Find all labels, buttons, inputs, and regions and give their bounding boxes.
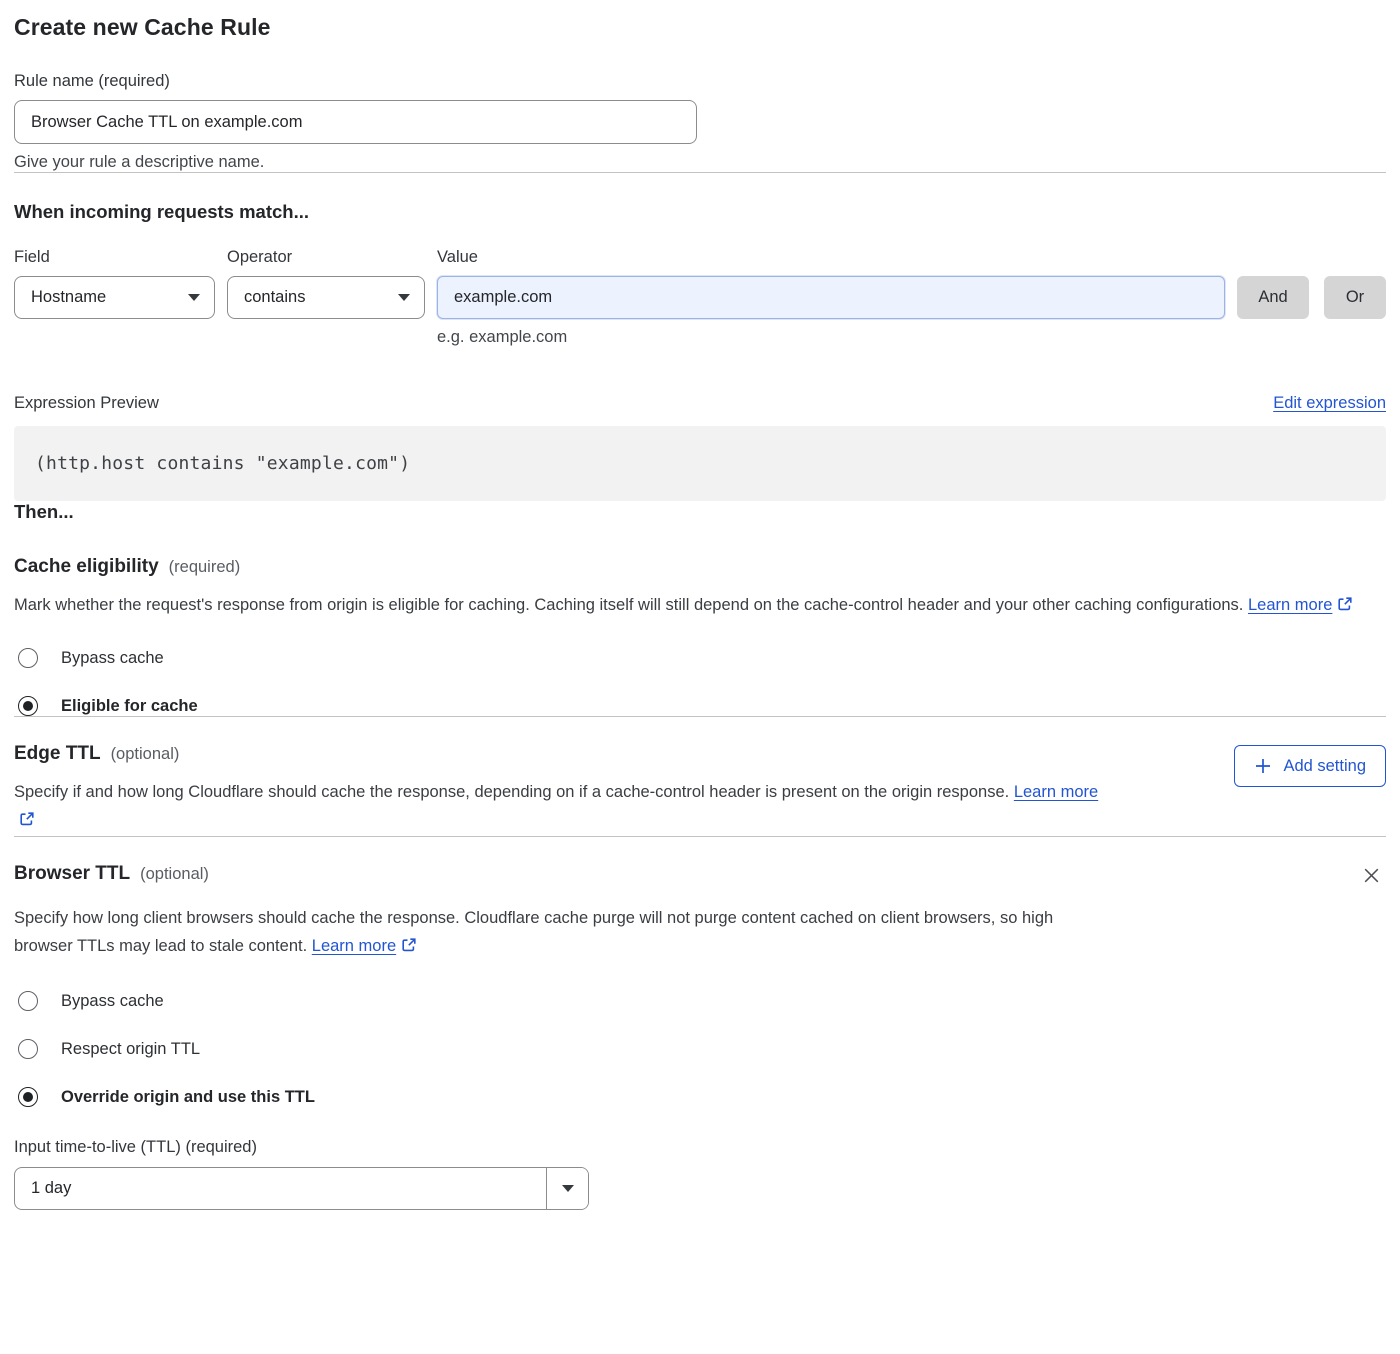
ttl-input-section: Input time-to-live (TTL) (required) 1 da… [14,1138,1386,1210]
or-button[interactable]: Or [1324,276,1386,319]
value-hint: e.g. example.com [437,328,1386,347]
radio-icon [18,991,38,1011]
field-select-value: Hostname [31,288,106,307]
external-link-icon [1337,593,1353,621]
value-label: Value [437,248,1225,267]
cache-eligibility-requirement: (required) [169,558,241,577]
section-divider [14,836,1386,837]
external-link-icon [19,808,35,836]
match-condition-row: Field Hostname Operator contains Value A… [14,248,1386,319]
ttl-combobox[interactable]: 1 day [14,1167,589,1210]
edge-ttl-description-text: Specify if and how long Cloudflare shoul… [14,783,1009,801]
page-title: Create new Cache Rule [14,14,1386,41]
operator-select-value: contains [244,288,305,307]
radio-label: Override origin and use this TTL [61,1088,315,1107]
match-heading: When incoming requests match... [14,201,1386,223]
radio-icon [18,648,38,668]
then-heading: Then... [14,501,1386,523]
edge-ttl-title: Edge TTL [14,743,101,765]
edge-ttl-learn-more-link[interactable]: Learn more [1014,783,1098,801]
radio-override-origin-ttl[interactable]: Override origin and use this TTL [18,1087,1386,1107]
radio-checked-icon [18,696,38,716]
radio-eligible-for-cache[interactable]: Eligible for cache [18,696,1386,716]
operator-label: Operator [227,248,425,267]
rule-name-helper: Give your rule a descriptive name. [14,153,1386,172]
browser-ttl-description-text: Specify how long client browsers should … [14,909,1053,955]
radio-bypass-cache[interactable]: Bypass cache [18,648,1386,668]
radio-label: Bypass cache [61,649,164,668]
ttl-input-label: Input time-to-live (TTL) (required) [14,1138,1386,1157]
browser-ttl-section: Browser TTL (optional) Specify how long … [14,863,1386,1210]
match-section: When incoming requests match... Field Ho… [14,201,1386,347]
radio-label: Bypass cache [61,992,164,1011]
rule-name-section: Rule name (required) Give your rule a de… [14,72,1386,172]
expression-preview-row: Expression Preview Edit expression [14,394,1386,413]
rule-name-label: Rule name (required) [14,72,1386,91]
edit-expression-link[interactable]: Edit expression [1273,394,1386,413]
section-divider [14,172,1386,173]
add-setting-button[interactable]: Add setting [1234,745,1386,787]
browser-ttl-title-row: Browser TTL (optional) [14,863,209,885]
operator-select[interactable]: contains [227,276,425,319]
chevron-down-icon [562,1185,574,1192]
cache-eligibility-options: Bypass cache Eligible for cache [14,648,1386,716]
expression-preview-label: Expression Preview [14,394,159,413]
field-label: Field [14,248,215,267]
cache-eligibility-description-text: Mark whether the request's response from… [14,596,1243,614]
radio-respect-origin-ttl[interactable]: Respect origin TTL [18,1039,1386,1059]
browser-ttl-title: Browser TTL [14,863,130,885]
browser-ttl-description: Specify how long client browsers should … [14,904,1109,962]
cache-eligibility-description: Mark whether the request's response from… [14,591,1359,621]
browser-ttl-header: Browser TTL (optional) [14,863,1386,891]
radio-icon [18,1039,38,1059]
cache-eligibility-title: Cache eligibility [14,556,159,578]
browser-ttl-learn-more-link[interactable]: Learn more [312,937,396,955]
rule-name-input[interactable] [14,100,697,144]
field-select[interactable]: Hostname [14,276,215,319]
browser-ttl-requirement: (optional) [140,865,209,884]
edge-ttl-text-block: Edge TTL (optional) Specify if and how l… [14,743,1114,836]
field-column: Field Hostname [14,248,215,319]
cache-eligibility-title-row: Cache eligibility (required) [14,556,1386,578]
value-column: Value [437,248,1225,319]
close-icon[interactable] [1359,863,1384,891]
and-button[interactable]: And [1237,276,1309,319]
radio-label: Eligible for cache [61,697,198,716]
ttl-combobox-value[interactable]: 1 day [15,1168,546,1209]
create-cache-rule-page: Create new Cache Rule Rule name (require… [0,0,1400,1240]
edge-ttl-description: Specify if and how long Cloudflare shoul… [14,778,1114,836]
radio-bypass-cache[interactable]: Bypass cache [18,991,1386,1011]
chevron-down-icon [398,294,410,301]
external-link-icon [401,934,417,962]
cache-eligibility-learn-more-link[interactable]: Learn more [1248,596,1332,614]
radio-label: Respect origin TTL [61,1040,200,1059]
chevron-down-icon [188,294,200,301]
add-setting-label: Add setting [1283,757,1366,776]
operator-column: Operator contains [227,248,425,319]
value-input[interactable] [437,276,1225,319]
expression-code-box: (http.host contains "example.com") [14,426,1386,501]
ttl-combobox-dropdown-button[interactable] [546,1168,588,1209]
browser-ttl-options: Bypass cache Respect origin TTL Override… [14,991,1386,1107]
edge-ttl-requirement: (optional) [111,745,180,764]
section-divider [14,716,1386,717]
cache-eligibility-section: Cache eligibility (required) Mark whethe… [14,556,1386,716]
edge-ttl-title-row: Edge TTL (optional) [14,743,1114,765]
radio-checked-icon [18,1087,38,1107]
edge-ttl-section: Edge TTL (optional) Specify if and how l… [14,743,1386,836]
plus-icon [1254,757,1272,775]
